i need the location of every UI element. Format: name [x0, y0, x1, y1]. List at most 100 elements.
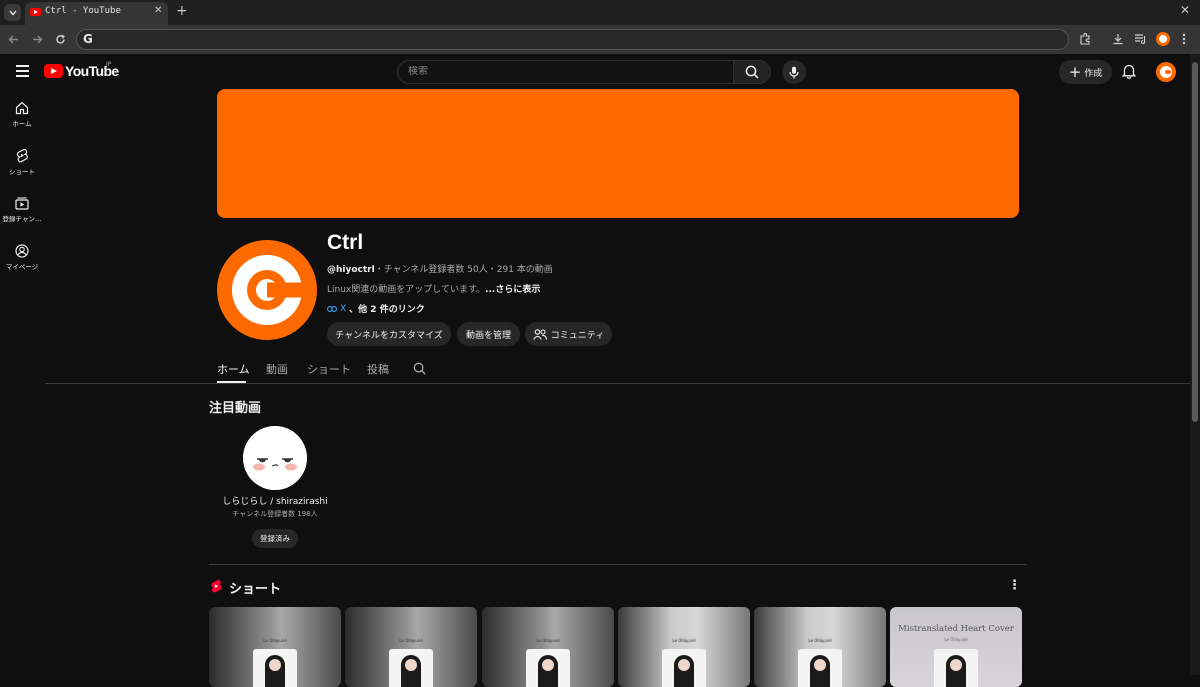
plus-icon: +	[1068, 62, 1082, 81]
short-cover-title: Mistranslated Heart Cover	[898, 624, 1014, 634]
notifications-bell-icon[interactable]	[1122, 63, 1136, 79]
extensions-icon[interactable]	[1079, 33, 1091, 45]
featured-channel-name[interactable]: しらじらし / shirazirashi	[209, 494, 341, 507]
short-thumb-title: Le Ollayuiel	[536, 638, 560, 643]
download-icon[interactable]	[1112, 33, 1124, 45]
people-icon	[533, 328, 547, 340]
short-card[interactable]: Le Ollayuiel	[618, 607, 750, 687]
create-button[interactable]: + 作成	[1059, 60, 1112, 84]
channel-links[interactable]: X 、他 2 件のリンク	[327, 302, 425, 315]
channel-banner	[217, 89, 1019, 218]
short-thumb-art	[526, 649, 570, 687]
window-close-button[interactable]: ✕	[1180, 3, 1190, 17]
search-button[interactable]	[733, 60, 771, 84]
back-arrow-icon[interactable]	[8, 34, 19, 45]
media-queue-icon[interactable]	[1134, 33, 1147, 45]
browser-toolbar: G	[0, 25, 1200, 54]
tab-close-icon[interactable]: ✕	[154, 5, 162, 16]
channel-avatar	[217, 240, 317, 340]
guide-menu-icon[interactable]	[16, 65, 29, 77]
guide-item-home[interactable]: ホーム	[0, 101, 44, 128]
channel-name: Ctrl	[327, 231, 364, 254]
shorts-menu-icon[interactable]: ⋮	[1008, 578, 1021, 593]
shorts-section-title: ショート	[229, 582, 282, 597]
shorts-icon	[16, 148, 28, 163]
manage-videos-button[interactable]: 動画を管理	[457, 322, 520, 346]
search-icon	[745, 65, 759, 79]
short-card[interactable]: Mistranslated Heart Cover Le Ollayuiel	[890, 607, 1022, 687]
tabs-divider	[45, 383, 1190, 384]
section-divider	[209, 564, 1027, 565]
short-thumb-title: Le Ollayuiel	[399, 638, 423, 643]
youtube-play-icon	[44, 64, 63, 78]
guide-item-label: 登録チャン…	[2, 215, 42, 223]
channel-more-links[interactable]: 、他 2 件のリンク	[349, 302, 425, 315]
page-scrollbar[interactable]	[1190, 54, 1200, 675]
home-icon	[15, 101, 29, 115]
channel-description[interactable]: Linux関連の動画をアップしています。...さらに表示	[327, 282, 540, 295]
subscriptions-icon	[15, 197, 29, 210]
account-icon	[15, 244, 29, 258]
google-icon: G	[83, 32, 93, 46]
channel-description-more[interactable]: ...さらに表示	[485, 285, 540, 295]
channel-stats: ・チャンネル登録者数 50人・291 本の動画	[374, 265, 553, 275]
featured-section-title: 注目動画	[209, 401, 262, 416]
address-bar[interactable]: G	[76, 29, 1069, 50]
new-tab-button[interactable]: +	[176, 3, 188, 19]
tab-videos[interactable]: 動画	[266, 361, 288, 377]
community-button[interactable]: コミュニティ	[525, 322, 612, 346]
channel-logo-icon	[232, 255, 305, 325]
voice-search-button[interactable]	[782, 60, 806, 84]
forward-arrow-icon[interactable]	[32, 34, 43, 45]
guide-item-label: マイページ	[5, 263, 39, 271]
short-thumb-art	[253, 649, 297, 687]
short-thumb-title: Le Ollayuiel	[808, 638, 832, 643]
browser-profile-avatar[interactable]	[1156, 32, 1170, 46]
featured-channel-avatar[interactable]	[243, 426, 307, 490]
channel-handle: @hiyoctrl	[327, 265, 375, 275]
guide-item-label: ショート	[9, 168, 35, 176]
community-label: コミュニティ	[550, 330, 605, 341]
account-avatar[interactable]	[1156, 62, 1176, 82]
sleepy-face-icon	[243, 426, 307, 490]
link-icon	[327, 305, 337, 312]
channel-search-icon[interactable]	[413, 362, 426, 375]
browser-menu-icon[interactable]	[1182, 33, 1186, 45]
guide-item-label: ホーム	[12, 120, 32, 128]
short-card[interactable]: Le Ollayuiel	[482, 607, 614, 687]
customize-channel-label: チャンネルをカスタマイズ	[335, 330, 443, 341]
manage-videos-label: 動画を管理	[465, 330, 511, 341]
featured-channel-subscribers: チャンネル登録者数 198人	[232, 510, 318, 518]
guide-item-shorts[interactable]: ショート	[0, 148, 44, 176]
featured-subscribed-button[interactable]: 登録済み	[252, 529, 298, 548]
logo-region-code: JP	[106, 61, 112, 68]
browser-tab-strip: Ctrl - YouTube ✕ + ✕	[0, 0, 1200, 25]
guide-item-subscriptions[interactable]: 登録チャン…	[0, 196, 44, 223]
tab-posts[interactable]: 投稿	[367, 361, 389, 377]
channel-link-x[interactable]: X	[340, 304, 346, 314]
tab-title: Ctrl - YouTube	[45, 6, 121, 16]
short-thumb-art	[934, 649, 978, 687]
short-thumb-art	[662, 649, 706, 687]
shorts-logo-icon	[211, 579, 222, 593]
tab-shorts[interactable]: ショート	[307, 361, 351, 377]
customize-channel-button[interactable]: チャンネルをカスタマイズ	[327, 322, 451, 346]
reload-icon[interactable]	[55, 34, 66, 45]
browser-tab-active[interactable]: Ctrl - YouTube ✕	[25, 2, 168, 25]
youtube-favicon-icon	[30, 8, 41, 16]
tab-search-button[interactable]	[4, 4, 21, 21]
short-thumb-title: Le Ollayuiel	[263, 638, 287, 643]
channel-meta: @hiyoctrl・チャンネル登録者数 50人・291 本の動画	[327, 262, 553, 275]
search-input[interactable]	[408, 66, 708, 77]
tab-home[interactable]: ホーム	[217, 361, 250, 377]
search-box	[397, 60, 733, 84]
short-card[interactable]: Le Ollayuiel	[345, 607, 477, 687]
scrollbar-thumb[interactable]	[1192, 62, 1198, 422]
create-label: 作成	[1084, 68, 1103, 79]
short-thumb-art	[389, 649, 433, 687]
short-thumb-art	[798, 649, 842, 687]
short-card[interactable]: Le Ollayuiel	[754, 607, 886, 687]
short-thumb-title: Le Ollayuiel	[672, 638, 696, 643]
short-card[interactable]: Le Ollayuiel	[209, 607, 341, 687]
guide-item-you[interactable]: マイページ	[0, 244, 44, 271]
